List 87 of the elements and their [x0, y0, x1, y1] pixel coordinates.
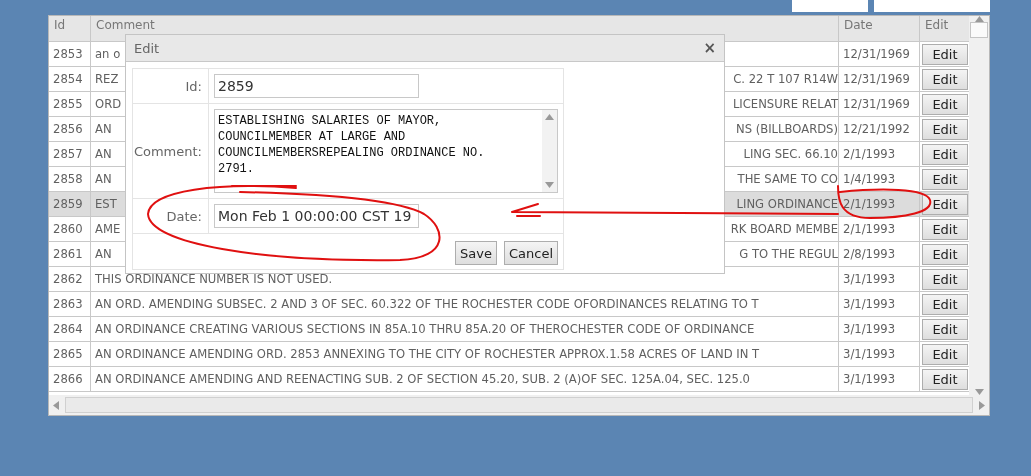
comment-text: AN ORDINANCE AMENDING ORD. 2853 ANNEXING TO THE CITY OF ROCHESTER APPROX.1.58 ACRES OF LAND IN T — [95, 347, 760, 361]
edit-button[interactable]: Edit — [922, 268, 968, 290]
field-label: Date: — [133, 199, 209, 234]
comment-text: ORD — [95, 97, 122, 111]
edit-button[interactable]: Edit — [922, 318, 968, 340]
scroll-up-icon — [545, 114, 554, 120]
comment-text: LICENSURE RELAT — [732, 97, 838, 111]
comment-text: LING ORDINANCE — [736, 197, 838, 211]
comment-text: EST — [95, 197, 117, 211]
edit-button[interactable]: Edit — [922, 343, 968, 365]
close-button[interactable]: × — [703, 39, 716, 57]
id-cell: 2864 — [49, 317, 91, 342]
scroll-thumb[interactable] — [970, 22, 988, 38]
id-cell: 2865 — [49, 342, 91, 367]
comment-field[interactable]: ESTABLISHING SALARIES OF MAYOR, COUNCILMEMBER AT LARGE AND COUNCILMEMBERSREPEALING ORDINANCE NO. 2791. — [214, 109, 558, 193]
comment-text: RK BOARD MEMBE — [730, 222, 838, 236]
comment-text: THE SAME TO CO — [737, 172, 838, 186]
id-cell: 2856 — [49, 117, 91, 142]
comment-text: AME — [95, 222, 121, 236]
header-tab[interactable] — [874, 0, 990, 12]
column-header: Edit — [920, 16, 969, 42]
id-cell: 2853 — [49, 42, 91, 67]
comment-text: AN ORD. AMENDING SUBSEC. 2 AND 3 OF SEC. 60.322 OF THE ROCHESTER CODE OFORDINANCES RELATING TO T — [95, 297, 759, 311]
id-cell: 2862 — [49, 267, 91, 292]
dialog-title: Edit — [134, 40, 160, 56]
id-cell: 2859 — [49, 192, 91, 217]
date-cell: 3/1/1993 — [839, 317, 920, 342]
id-cell: 2855 — [49, 92, 91, 117]
id-cell: 2858 — [49, 167, 91, 192]
edit-button[interactable]: Edit — [922, 368, 968, 390]
comment-text: REZ — [95, 72, 119, 86]
comment-text: C. 22 T 107 R14W — [733, 72, 838, 86]
horizontal-scrollbar[interactable] — [49, 395, 989, 415]
date-cell: 3/1/1993 — [839, 292, 920, 317]
comment-text: AN ORDINANCE AMENDING AND REENACTING SUB. 2 OF SECTION 45.20, SUB. 2 (A)OF SEC. 125A.04, SEC. 125.0 — [95, 372, 750, 386]
edit-button[interactable]: Edit — [922, 218, 968, 240]
edit-button[interactable]: Edit — [922, 143, 968, 165]
date-cell: 12/31/1969 — [839, 42, 920, 67]
scroll-thumb[interactable] — [65, 397, 973, 413]
vertical-scrollbar[interactable] — [969, 16, 989, 395]
scroll-left-icon — [53, 400, 59, 410]
field-label: Comment: — [133, 104, 209, 199]
edit-button[interactable]: Edit — [922, 243, 968, 265]
header-tab[interactable] — [792, 0, 868, 12]
input-field[interactable]: Mon Feb 1 00:00:00 CST 19 — [214, 204, 419, 228]
date-cell: 3/1/1993 — [839, 342, 920, 367]
id-cell: 2863 — [49, 292, 91, 317]
id-cell: 2860 — [49, 217, 91, 242]
comment-text: G TO THE REGUL — [739, 247, 838, 261]
id-cell: 2866 — [49, 367, 91, 392]
date-cell: 2/8/1993 — [839, 242, 920, 267]
input-field[interactable]: 2859 — [214, 74, 419, 98]
date-cell: 12/31/1969 — [839, 92, 920, 117]
comment-text: AN — [95, 147, 112, 161]
dialog-button[interactable]: Save — [455, 241, 497, 265]
date-cell: 3/1/1993 — [839, 267, 920, 292]
scroll-right-icon — [979, 400, 985, 410]
comment-text: AN ORDINANCE CREATING VARIOUS SECTIONS IN 85A.10 THRU 85A.20 OF THEROCHESTER CODE OF ORDINANCE — [95, 322, 755, 336]
column-header: Date — [839, 16, 920, 42]
date-cell: 12/31/1969 — [839, 67, 920, 92]
comment-text: LING SEC. 66.10 — [743, 147, 838, 161]
comment-text: an o — [95, 47, 121, 61]
date-cell: 2/1/1993 — [839, 192, 920, 217]
edit-button[interactable]: Edit — [922, 193, 968, 215]
comment-text: AN — [95, 172, 112, 186]
dialog-button[interactable]: Cancel — [503, 241, 558, 265]
comment-text: THIS ORDINANCE NUMBER IS NOT USED. — [95, 272, 333, 286]
date-cell: 1/4/1993 — [839, 167, 920, 192]
column-header: Id — [49, 16, 91, 42]
date-cell: 2/1/1993 — [839, 217, 920, 242]
edit-button[interactable]: Edit — [922, 68, 968, 90]
date-cell: 2/1/1993 — [839, 142, 920, 167]
edit-button[interactable]: Edit — [922, 43, 968, 65]
edit-button[interactable]: Edit — [922, 118, 968, 140]
date-cell: 3/1/1993 — [839, 367, 920, 392]
field-label: Id: — [133, 69, 209, 104]
edit-button[interactable]: Edit — [922, 168, 968, 190]
id-cell: 2854 — [49, 67, 91, 92]
comment-text: AN — [95, 122, 112, 136]
date-cell: 12/21/1992 — [839, 117, 920, 142]
edit-button[interactable]: Edit — [922, 293, 968, 315]
comment-text: AN — [95, 247, 112, 261]
scroll-down-icon — [545, 182, 554, 188]
comment-text: NS (BILLBOARDS) — [736, 122, 838, 136]
id-cell: 2861 — [49, 242, 91, 267]
edit-button[interactable]: Edit — [922, 93, 968, 115]
id-cell: 2857 — [49, 142, 91, 167]
